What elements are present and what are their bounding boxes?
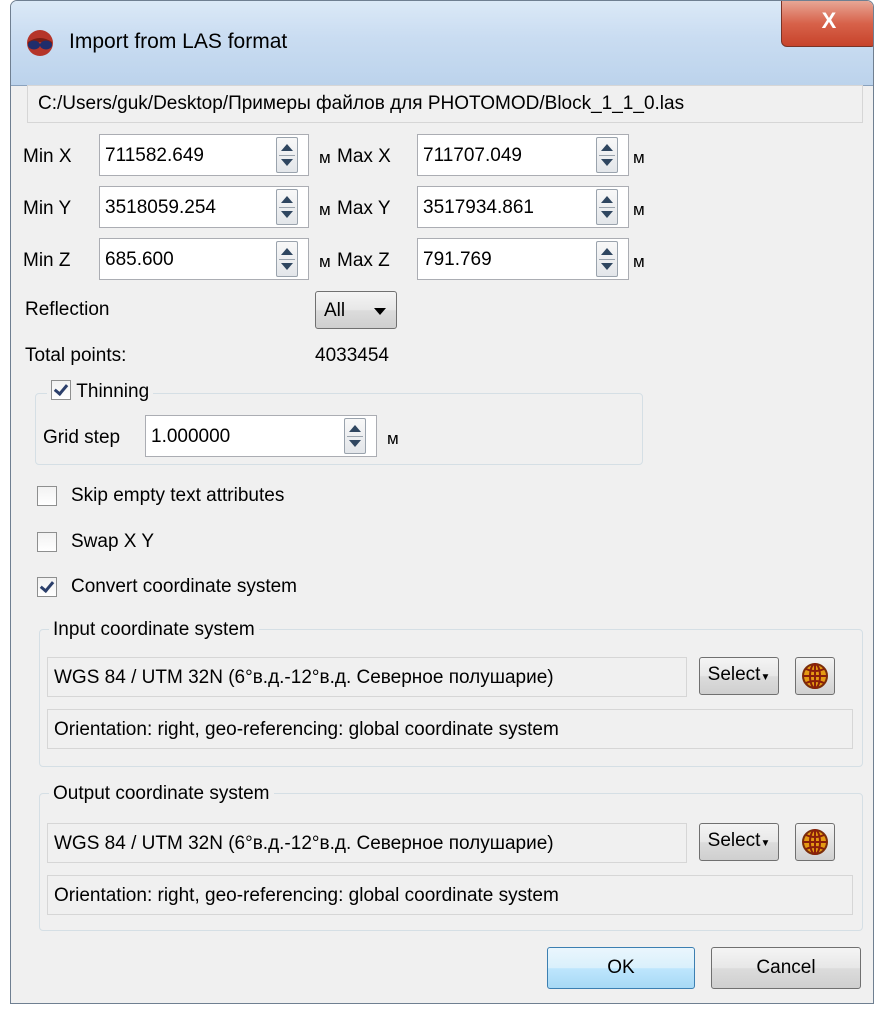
grid-step-value: 1.000000 [151,426,231,447]
output-cs-select-label: Select [707,830,761,851]
min-y-spinner[interactable] [276,189,298,225]
output-cs-legend: Output coordinate system [49,783,274,805]
globe-icon [802,663,828,689]
convert-cs-label: Convert coordinate system [71,576,297,597]
output-cs-name-field[interactable]: WGS 84 / UTM 32N (6°в.д.-12°в.д. Северно… [47,823,687,863]
thinning-label: Thinning [76,381,150,402]
total-points-value: 4033454 [315,345,389,366]
convert-cs-checkbox[interactable] [37,577,57,597]
close-button[interactable]: X [781,1,873,47]
min-x-unit: м [319,148,331,167]
max-x-value: 711707.049 [423,145,522,166]
grid-step-label: Grid step [43,427,121,448]
chevron-down-icon [374,308,386,315]
thinning-checkbox[interactable] [51,380,71,400]
ok-button[interactable]: OK [547,947,695,989]
swap-xy-label: Swap X Y [71,531,155,552]
min-z-spinner[interactable] [276,241,298,277]
ok-label: OK [607,957,635,978]
skip-empty-checkbox[interactable] [37,486,57,506]
reflection-label: Reflection [25,299,110,320]
output-cs-globe-button[interactable] [795,823,835,861]
input-cs-select-label: Select [707,664,761,685]
file-path-field[interactable]: C:/Users/guk/Desktop/Примеры файлов для … [27,85,863,123]
grid-step-spinner[interactable] [344,418,366,454]
output-cs-name: WGS 84 / UTM 32N (6°в.д.-12°в.д. Северно… [54,833,554,854]
cancel-button[interactable]: Cancel [711,947,861,989]
min-x-spinner[interactable] [276,137,298,173]
thinning-legend: Thinning [47,380,154,407]
max-y-spinner[interactable] [596,189,618,225]
max-z-unit: м [633,252,645,271]
output-cs-info-field: Orientation: right, geo-referencing: glo… [47,875,853,915]
grid-step-unit: м [387,429,399,448]
app-glasses-icon [27,30,53,56]
swap-xy-checkbox[interactable] [37,532,57,552]
max-x-spinner[interactable] [596,137,618,173]
input-cs-name-field[interactable]: WGS 84 / UTM 32N (6°в.д.-12°в.д. Северно… [47,657,687,697]
min-z-value: 685.600 [105,249,174,270]
file-path-text: C:/Users/guk/Desktop/Примеры файлов для … [38,93,685,114]
reflection-dropdown[interactable]: All [315,291,397,329]
min-y-value: 3518059.254 [105,197,216,218]
input-cs-globe-button[interactable] [795,657,835,695]
min-x-label: Min X [23,146,72,167]
close-icon: X [821,8,837,33]
output-cs-info: Orientation: right, geo-referencing: glo… [54,885,559,906]
max-y-unit: м [633,200,645,219]
input-cs-info: Orientation: right, geo-referencing: glo… [54,719,559,740]
grid-step-input[interactable]: 1.000000 [145,415,377,457]
reflection-value: All [324,300,346,321]
max-y-value: 3517934.861 [423,197,534,218]
input-cs-info-field: Orientation: right, geo-referencing: glo… [47,709,853,749]
max-x-unit: м [633,148,645,167]
total-points-label: Total points: [25,345,127,366]
max-z-value: 791.769 [423,249,492,270]
max-y-label: Max Y [337,198,391,219]
min-x-value: 711582.649 [105,145,204,166]
input-cs-name: WGS 84 / UTM 32N (6°в.д.-12°в.д. Северно… [54,667,554,688]
import-las-dialog: Import from LAS format X C:/Users/guk/De… [10,0,874,1004]
input-cs-legend: Input coordinate system [49,619,259,641]
min-z-unit: м [319,252,331,271]
title-bar: Import from LAS format [11,1,873,86]
cancel-label: Cancel [756,957,816,978]
min-y-unit: м [319,200,331,219]
skip-empty-label: Skip empty text attributes [71,485,285,506]
min-y-label: Min Y [23,198,72,219]
globe-icon [802,829,828,855]
small-down-arrow-icon: ▼ [760,672,771,683]
input-cs-select-button[interactable]: Select▼ [699,657,779,695]
output-cs-select-button[interactable]: Select▼ [699,823,779,861]
dialog-title: Import from LAS format [69,30,288,53]
min-z-label: Min Z [23,250,71,271]
small-down-arrow-icon: ▼ [760,838,771,849]
max-x-label: Max X [337,146,391,167]
max-z-spinner[interactable] [596,241,618,277]
max-z-label: Max Z [337,250,390,271]
